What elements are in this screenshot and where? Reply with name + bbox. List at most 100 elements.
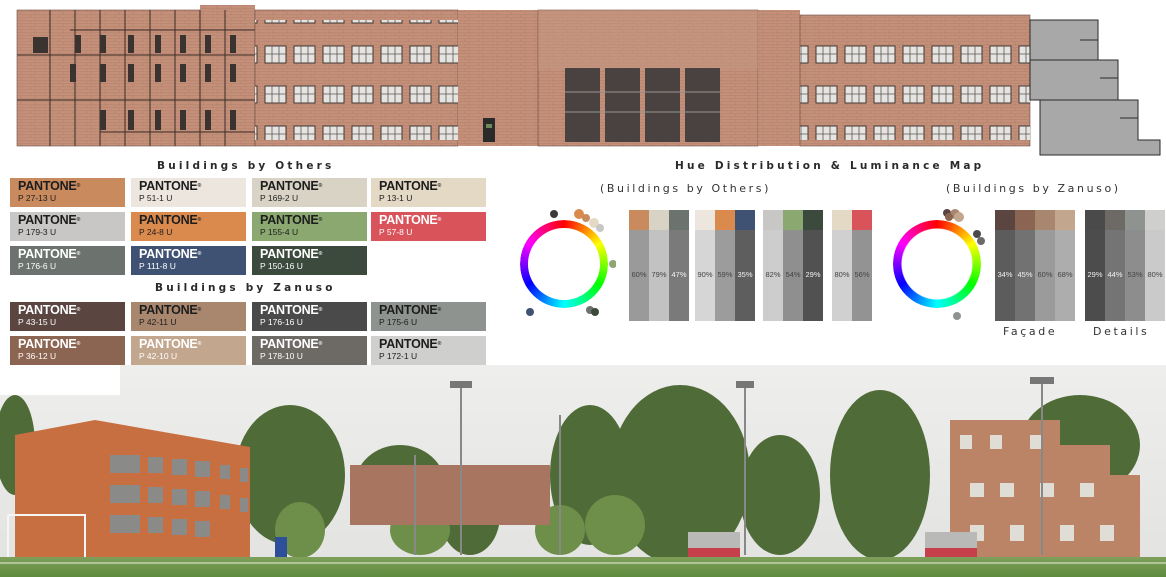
luminance-percent: 79% <box>651 270 667 279</box>
pantone-brand-label: PANTONE® <box>260 303 323 317</box>
pantone-swatch: PANTONE® P 179-3 U <box>10 212 125 241</box>
pantone-brand-label: PANTONE® <box>379 337 442 351</box>
luminance-bar: 35% <box>735 210 755 321</box>
pantone-code-label: P 42-11 U <box>139 317 177 327</box>
pantone-code-label: P 176-6 U <box>18 261 57 271</box>
luminance-percent: 34% <box>997 270 1013 279</box>
luminance-bar: 80% <box>1145 210 1165 321</box>
luminance-percent: 60% <box>1037 270 1053 279</box>
pantone-code-label: P 169-2 U <box>260 193 299 203</box>
pantone-swatch: PANTONE® P 57-8 U <box>371 212 486 241</box>
pantone-code-label: P 178-10 U <box>260 351 303 361</box>
heading-buildings-by-zanuso: Buildings by Zanuso <box>155 282 336 294</box>
pantone-swatch: PANTONE® P 13-1 U <box>371 178 486 207</box>
luminance-percent: 45% <box>1017 270 1033 279</box>
luminance-percent: 35% <box>737 270 753 279</box>
pantone-brand-label: PANTONE® <box>260 247 323 261</box>
luminance-bar: 80% <box>832 210 852 321</box>
pantone-brand-label: PANTONE® <box>18 337 81 351</box>
pantone-brand-label: PANTONE® <box>139 179 202 193</box>
luminance-bar: 54% <box>783 210 803 321</box>
pantone-brand-label: PANTONE® <box>139 247 202 261</box>
pantone-code-label: P 27-13 U <box>18 193 57 203</box>
pantone-swatch: PANTONE® P 42-11 U <box>131 302 246 331</box>
pantone-swatch: PANTONE® P 150-16 U <box>252 246 367 275</box>
pantone-code-label: P 175-6 U <box>379 317 418 327</box>
luminance-bar: 60% <box>629 210 649 321</box>
luminance-percent: 47% <box>671 270 687 279</box>
luminance-bar: 29% <box>803 210 823 321</box>
pantone-swatch: PANTONE® P 172-1 U <box>371 336 486 365</box>
luminance-percent: 80% <box>834 270 850 279</box>
luminance-percent: 59% <box>717 270 733 279</box>
pantone-brand-label: PANTONE® <box>379 303 442 317</box>
luminance-bar: 45% <box>1015 210 1035 321</box>
luminance-percent: 44% <box>1107 270 1123 279</box>
luminance-percent: 29% <box>805 270 821 279</box>
pantone-brand-label: PANTONE® <box>260 213 323 227</box>
luminance-percent: 53% <box>1127 270 1143 279</box>
pantone-swatch: PANTONE® P 42-10 U <box>131 336 246 365</box>
luminance-bar: 53% <box>1125 210 1145 321</box>
label-facade: Façade <box>1003 325 1058 338</box>
pantone-code-label: P 172-1 U <box>379 351 418 361</box>
pantone-brand-label: PANTONE® <box>18 213 81 227</box>
luminance-percent: 82% <box>765 270 781 279</box>
luminance-bar: 56% <box>852 210 872 321</box>
label-details: Details <box>1093 325 1150 338</box>
luminance-bar: 44% <box>1105 210 1125 321</box>
pantone-code-label: P 57-8 U <box>379 227 413 237</box>
pantone-swatch: PANTONE® P 51-1 U <box>131 178 246 207</box>
pantone-brand-label: PANTONE® <box>18 303 81 317</box>
subheading-hue-zanuso: (Buildings by Zanuso) <box>946 182 1121 195</box>
pantone-brand-label: PANTONE® <box>139 303 202 317</box>
pantone-code-label: P 13-1 U <box>379 193 413 203</box>
campus-photograph <box>0 365 1166 577</box>
luminance-bar: 59% <box>715 210 735 321</box>
luminance-bar: 60% <box>1035 210 1055 321</box>
pantone-swatch: PANTONE® P 169-2 U <box>252 178 367 207</box>
pantone-code-label: P 150-16 U <box>260 261 303 271</box>
pantone-code-label: P 111-8 U <box>139 261 176 271</box>
pantone-brand-label: PANTONE® <box>260 179 323 193</box>
luminance-percent: 68% <box>1057 270 1073 279</box>
pantone-swatch: PANTONE® P 178-10 U <box>252 336 367 365</box>
luminance-bar: 82% <box>763 210 783 321</box>
pantone-swatch: PANTONE® P 176-6 U <box>10 246 125 275</box>
luminance-percent: 54% <box>785 270 801 279</box>
pantone-swatch: PANTONE® P 175-6 U <box>371 302 486 331</box>
pantone-swatch: PANTONE® P 111-8 U <box>131 246 246 275</box>
luminance-percent: 80% <box>1147 270 1163 279</box>
luminance-bar: 68% <box>1055 210 1075 321</box>
pantone-swatch: PANTONE® P 176-16 U <box>252 302 367 331</box>
pantone-code-label: P 51-1 U <box>139 193 173 203</box>
luminance-bar: 29% <box>1085 210 1105 321</box>
luminance-bar: 34% <box>995 210 1015 321</box>
luminance-bar: 90% <box>695 210 715 321</box>
pantone-code-label: P 42-10 U <box>139 351 178 361</box>
pantone-code-label: P 155-4 U <box>260 227 299 237</box>
luminance-percent: 60% <box>631 270 647 279</box>
pantone-code-label: P 176-16 U <box>260 317 303 327</box>
pantone-swatch: PANTONE® P 24-8 U <box>131 212 246 241</box>
pantone-code-label: P 43-15 U <box>18 317 57 327</box>
subheading-hue-others: (Buildings by Others) <box>600 182 771 195</box>
heading-hue-distribution: Hue Distribution & Luminance Map <box>675 160 985 172</box>
heading-buildings-by-others: Buildings by Others <box>157 160 335 172</box>
pantone-brand-label: PANTONE® <box>139 337 202 351</box>
luminance-bar: 79% <box>649 210 669 321</box>
building-elevation-drawing <box>16 5 1161 156</box>
pantone-brand-label: PANTONE® <box>18 179 81 193</box>
hue-wheel-zanuso <box>885 208 989 320</box>
pantone-code-label: P 36-12 U <box>18 351 57 361</box>
pantone-swatch: PANTONE® P 43-15 U <box>10 302 125 331</box>
pantone-code-label: P 24-8 U <box>139 227 173 237</box>
pantone-code-label: P 179-3 U <box>18 227 57 237</box>
pantone-brand-label: PANTONE® <box>139 213 202 227</box>
pantone-swatch: PANTONE® P 36-12 U <box>10 336 125 365</box>
luminance-percent: 56% <box>854 270 870 279</box>
pantone-brand-label: PANTONE® <box>379 213 442 227</box>
hue-wheel-others <box>512 208 617 320</box>
luminance-percent: 29% <box>1087 270 1103 279</box>
pantone-brand-label: PANTONE® <box>18 247 81 261</box>
